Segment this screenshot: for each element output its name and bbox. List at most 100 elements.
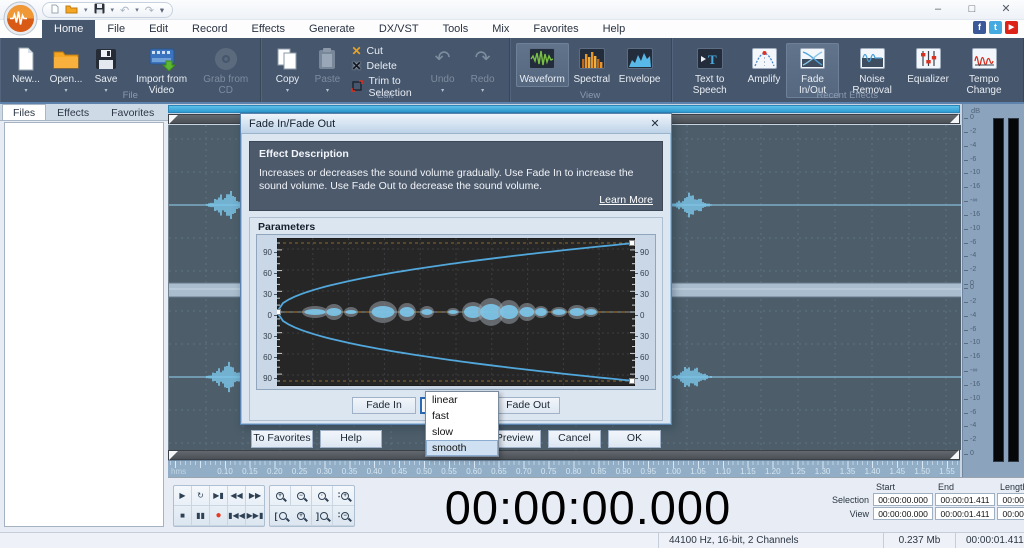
minimize-button[interactable]: – [926,0,950,18]
menu-tab-record[interactable]: Record [180,20,239,38]
zoom-vertical-in-button[interactable]: ∶+ [333,486,354,506]
panel-tab-favorites[interactable]: Favorites [100,104,165,120]
selection-row-label: Selection [832,493,871,506]
open-folder-icon[interactable] [65,4,78,17]
delete-button[interactable]: ✕ Delete [351,60,418,72]
fade-in-button[interactable]: Fade In [352,397,416,414]
pan-handle-left-icon[interactable] [169,451,178,460]
redo-icon: ↷ [475,45,491,72]
dropdown-option-fast[interactable]: fast [426,408,498,424]
help-button[interactable]: Help [320,430,382,448]
new-file-icon[interactable] [51,4,59,17]
db-label: -6 [970,326,976,333]
files-panel-tabs: FilesEffectsFavorites [0,104,168,121]
db-label: -10 [970,225,980,232]
panel-tab-files[interactable]: Files [2,104,46,120]
audio-format-status: 44100 Hz, 16-bit, 2 Channels [658,533,883,548]
twitter-icon[interactable]: t [989,21,1002,34]
selection-end-field[interactable]: 00:00:01.411 [935,493,995,506]
view-length-field[interactable]: 00:00:01.411 [997,507,1024,520]
window-controls: – □ ✕ [926,0,1018,18]
zoom-selection-end-button[interactable]: ] [312,506,333,526]
amplify-button[interactable]: Amplify [742,43,786,87]
dropdown-option-smooth[interactable]: smooth [426,440,498,456]
timeline-ruler[interactable]: hms 0.100.150.200.250.300.350.400.450.50… [168,460,960,477]
learn-more-link[interactable]: Learn More [599,194,653,206]
ribbon-group-edit: Copy▾ Paste▾ ✕ Cut ✕ Delete Trim to Sele… [261,38,509,102]
qat-customize-caret[interactable]: ▾ [160,6,164,15]
pan-handle-left-icon[interactable] [169,115,178,124]
stop-button[interactable]: ■ [174,506,192,526]
waveform-view-button[interactable]: Waveform [516,43,569,87]
to-favorites-button[interactable]: To Favorites [251,430,313,448]
envelope-view-button[interactable]: Envelope [615,43,665,87]
ok-button[interactable]: OK [608,430,661,448]
dropdown-option-linear[interactable]: linear [426,392,498,408]
view-end-field[interactable]: 00:00:01.411 [935,507,995,520]
db-tick [964,385,968,386]
rewind-button[interactable]: ◀◀ [228,486,246,506]
play-to-end-button[interactable]: ▶▮ [210,486,228,506]
loop-playback-button[interactable]: ↻ [192,486,210,506]
dialog-title-bar[interactable]: Fade In/Fade Out ✕ [241,114,671,134]
facebook-icon[interactable]: f [973,21,986,34]
dropdown-option-slow[interactable]: slow [426,424,498,440]
magnifier-icon: + [276,492,284,500]
fade-graph[interactable]: 9060300306090 9060300306090 [256,234,656,390]
delete-x-icon: ✕ [351,61,361,71]
file-list[interactable] [4,122,164,527]
dialog-close-icon[interactable]: ✕ [647,117,663,130]
go-to-end-button[interactable]: ▶▶▮ [246,506,264,526]
menu-tab-favorites[interactable]: Favorites [521,20,590,38]
ribbon: New...▾ Open...▾ Save▾ Import from Video… [0,38,1024,104]
play-button[interactable]: ▶ [174,486,192,506]
menu-tab-help[interactable]: Help [591,20,638,38]
effect-description-panel: Effect Description Increases or decrease… [249,141,663,211]
menu-tab-effects[interactable]: Effects [240,20,297,38]
cut-button[interactable]: ✕ Cut [351,45,418,57]
maximize-button[interactable]: □ [960,0,984,18]
menu-tab-home[interactable]: Home [42,20,95,38]
db-tick [964,316,968,317]
menu-tab-tools[interactable]: Tools [431,20,481,38]
zoom-vertical-out-button[interactable]: ∶− [333,506,354,526]
pan-handle-right-icon[interactable] [950,114,959,123]
zoom-to-selection-button[interactable]: + [291,506,312,526]
horizontal-pan-bar-bottom[interactable] [168,450,960,460]
menu-tab-mix[interactable]: Mix [480,20,521,38]
magnifier-icon: + [297,512,305,520]
zoom-100-button[interactable]: · [312,486,333,506]
save-icon[interactable] [94,3,105,17]
db-label: -∞ [970,367,977,374]
cancel-button[interactable]: Cancel [548,430,601,448]
youtube-icon[interactable]: ▶ [1005,21,1018,34]
undo-icon: ↶ [435,45,451,72]
spectral-icon [579,48,605,69]
go-to-start-button[interactable]: ▮◀◀ [228,506,246,526]
zoom-selection-start-button[interactable]: [ [270,506,291,526]
spectral-view-button[interactable]: Spectral [569,43,615,87]
menu-tab-dx-vst[interactable]: DX/VST [367,20,431,38]
close-button[interactable]: ✕ [994,0,1018,18]
equalizer-button[interactable]: Equalizer [905,43,951,87]
pan-handle-right-icon[interactable] [950,450,959,459]
save-dropdown-caret[interactable]: ▾ [111,6,115,14]
selection-start-field[interactable]: 00:00:00.000 [873,493,933,506]
zoom-in-button[interactable]: + [270,486,291,506]
menu-tab-file[interactable]: File [95,20,137,38]
app-logo[interactable] [3,1,38,36]
open-dropdown-caret[interactable]: ▾ [84,6,88,14]
fade-out-button[interactable]: Fade Out [496,397,560,414]
selection-length-field[interactable]: 00:00:01.411 [997,493,1024,506]
zoom-out-button[interactable]: − [291,486,312,506]
record-button[interactable]: ● [210,506,228,526]
menu-tab-edit[interactable]: Edit [137,20,180,38]
overview-strip[interactable] [168,105,960,113]
pause-button[interactable]: ▮▮ [192,506,210,526]
db-tick [964,243,968,244]
db-tick [964,284,968,285]
panel-tab-effects[interactable]: Effects [46,104,100,120]
fast-forward-button[interactable]: ▶▶ [246,486,264,506]
menu-tab-generate[interactable]: Generate [297,20,367,38]
view-start-field[interactable]: 00:00:00.000 [873,507,933,520]
